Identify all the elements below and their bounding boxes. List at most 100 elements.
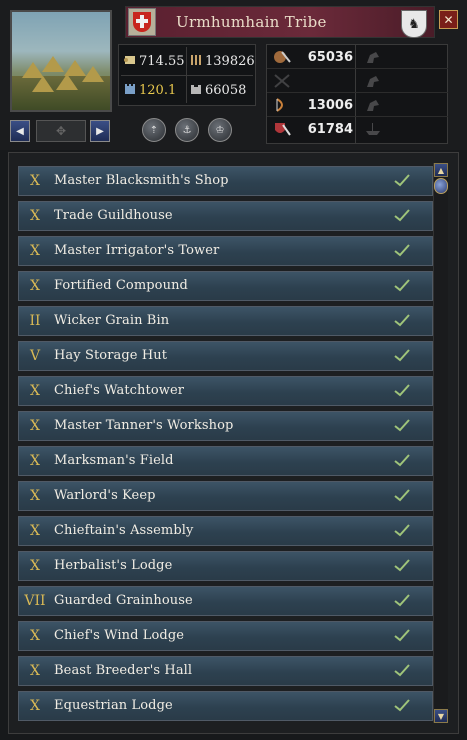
building-row[interactable]: X Master Blacksmith's Shop <box>18 166 433 196</box>
building-name: Warlord's Keep <box>54 488 156 503</box>
building-row[interactable]: X Chief's Wind Lodge <box>18 621 433 651</box>
checkmark-icon <box>394 699 410 712</box>
checkmark-icon <box>394 384 410 397</box>
empty-row <box>356 69 448 93</box>
holding-navigation: ◀ ✥ ▶ <box>10 120 112 144</box>
manpower-value: 139826 <box>205 54 255 69</box>
levy-action-button[interactable]: ⚓ <box>175 118 199 142</box>
building-row[interactable]: X Master Irrigator's Tower <box>18 236 433 266</box>
checkmark-icon <box>394 244 410 257</box>
checkmark-icon <box>394 594 410 607</box>
building-level: X <box>30 243 40 259</box>
building-level: X <box>30 278 40 294</box>
building-name: Herbalist's Lodge <box>54 558 173 573</box>
building-row[interactable]: X Master Tanner's Workshop <box>18 411 433 441</box>
garrison-value: 66058 <box>205 83 247 98</box>
cavalry-icon <box>367 100 379 111</box>
build-action-button[interactable]: ♔ <box>208 118 232 142</box>
hut-icon <box>82 66 104 82</box>
building-level: V <box>29 348 41 364</box>
building-name: Beast Breeder's Hall <box>54 663 193 678</box>
holding-header: ◀ ✥ ▶ Urmhumhain Tribe ♞ ✕ 714.55 139826… <box>0 0 467 150</box>
archer-icon <box>276 98 283 112</box>
scroll-icon <box>124 56 135 64</box>
checkmark-icon <box>394 524 410 537</box>
close-button[interactable]: ✕ <box>439 10 458 29</box>
checkmark-icon <box>394 419 410 432</box>
scroll-thumb[interactable] <box>434 178 448 194</box>
knights-value: 61784 <box>307 122 353 137</box>
building-level: X <box>30 418 40 434</box>
next-holding-button[interactable]: ▶ <box>90 120 110 142</box>
coins-up-icon: ⇡ <box>149 124 159 136</box>
building-row[interactable]: X Trade Guildhouse <box>18 201 433 231</box>
building-row[interactable]: X Marksman's Field <box>18 446 433 476</box>
manpower-stat: 139826 <box>189 53 255 69</box>
checkmark-icon <box>394 314 410 327</box>
light-infantry-row: 65036 <box>267 45 357 69</box>
building-name: Chieftain's Assembly <box>54 523 194 538</box>
building-row[interactable]: V Hay Storage Hut <box>18 341 433 371</box>
ornament-icon: ✥ <box>36 120 86 142</box>
holding-window: ◀ ✥ ▶ Urmhumhain Tribe ♞ ✕ 714.55 139826… <box>0 0 467 740</box>
holding-title: Urmhumhain Tribe <box>176 13 327 31</box>
building-name: Equestrian Lodge <box>54 698 173 713</box>
naval-panel <box>356 44 448 144</box>
wealth-value: 714.55 <box>139 54 185 69</box>
building-name: Hay Storage Hut <box>54 348 168 363</box>
building-row[interactable]: X Beast Breeder's Hall <box>18 656 433 686</box>
empty-row <box>356 93 448 117</box>
soldiers-icon <box>191 55 201 65</box>
crossed-swords-icon <box>274 74 290 88</box>
building-name: Marksman's Field <box>54 453 174 468</box>
building-name: Fortified Compound <box>54 278 188 293</box>
building-row[interactable]: X Herbalist's Lodge <box>18 551 433 581</box>
building-level: X <box>30 453 40 469</box>
building-level: X <box>30 558 40 574</box>
hut-icon <box>56 74 78 90</box>
building-level: VII <box>24 593 46 609</box>
tax-action-button[interactable]: ⇡ <box>142 118 166 142</box>
horse-icon <box>367 52 379 63</box>
arrow-left-icon: ◀ <box>16 125 24 137</box>
checkmark-icon <box>394 559 410 572</box>
building-row[interactable]: X Warlord's Keep <box>18 481 433 511</box>
scroll-up-button[interactable]: ▲ <box>434 163 448 177</box>
building-name: Master Irrigator's Tower <box>54 243 220 258</box>
checkmark-icon <box>394 629 410 642</box>
building-level: X <box>30 383 40 399</box>
building-row[interactable]: X Equestrian Lodge <box>18 691 433 721</box>
military-panel: 65036 13006 61784 <box>266 44 357 144</box>
coat-of-arms[interactable] <box>128 8 156 36</box>
empty-row <box>356 117 448 141</box>
building-row[interactable]: VII Guarded Grainhouse <box>18 586 433 616</box>
checkmark-icon <box>394 489 410 502</box>
arrow-right-icon: ▶ <box>96 125 104 137</box>
garrison-stat: 66058 <box>189 82 246 98</box>
building-row[interactable]: X Fortified Compound <box>18 271 433 301</box>
checkmark-icon <box>394 454 410 467</box>
scroll-down-button[interactable]: ▼ <box>434 709 448 723</box>
rank-icon[interactable]: ♞ <box>401 10 427 38</box>
building-name: Master Blacksmith's Shop <box>54 173 229 188</box>
wealth-stat: 714.55 <box>123 53 185 69</box>
building-name: Chief's Wind Lodge <box>54 628 185 643</box>
anchor-up-icon: ⚓ <box>182 124 192 136</box>
prev-holding-button[interactable]: ◀ <box>10 120 30 142</box>
building-level: X <box>30 488 40 504</box>
building-level: X <box>30 663 40 679</box>
empty-row <box>356 45 448 69</box>
shield-sword-icon <box>274 51 291 63</box>
building-row[interactable]: II Wicker Grain Bin <box>18 306 433 336</box>
checkmark-icon <box>394 174 410 187</box>
buildings-scrollbar[interactable]: ▲ ▼ <box>433 163 448 723</box>
heavy-infantry-value: 13006 <box>307 98 353 113</box>
crown-icon: ♔ <box>215 124 225 136</box>
building-level: II <box>29 313 41 329</box>
building-name: Master Tanner's Workshop <box>54 418 234 433</box>
holding-stats: 714.55 139826 120.1 66058 <box>118 44 256 106</box>
checkmark-icon <box>394 209 410 222</box>
building-row[interactable]: X Chieftain's Assembly <box>18 516 433 546</box>
hut-icon <box>42 56 64 72</box>
building-row[interactable]: X Chief's Watchtower <box>18 376 433 406</box>
